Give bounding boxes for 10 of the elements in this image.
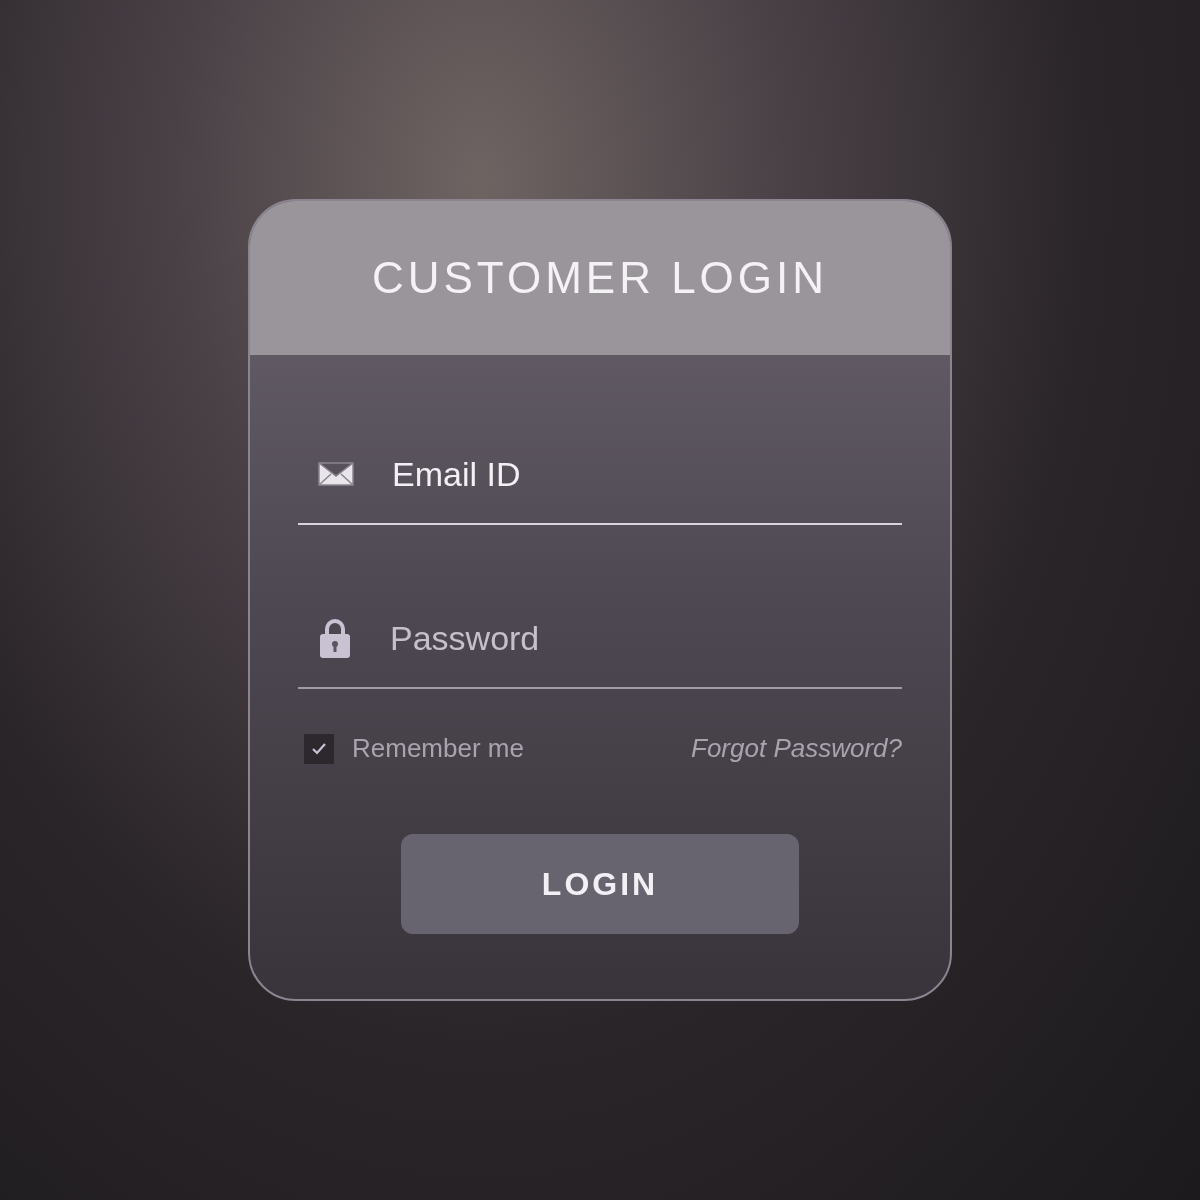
forgot-password-link[interactable]: Forgot Password? <box>691 729 902 768</box>
password-field[interactable]: Password <box>390 612 902 664</box>
email-field[interactable]: Email ID <box>392 448 902 500</box>
remember-label: Remember me <box>352 732 524 765</box>
checkmark-icon <box>312 742 326 755</box>
login-button[interactable]: LOGIN <box>401 834 799 934</box>
card-title: CUSTOMER LOGIN <box>371 252 829 304</box>
remember-checkbox[interactable] <box>304 733 334 764</box>
envelope-icon <box>318 462 354 486</box>
padlock-icon <box>318 618 352 658</box>
